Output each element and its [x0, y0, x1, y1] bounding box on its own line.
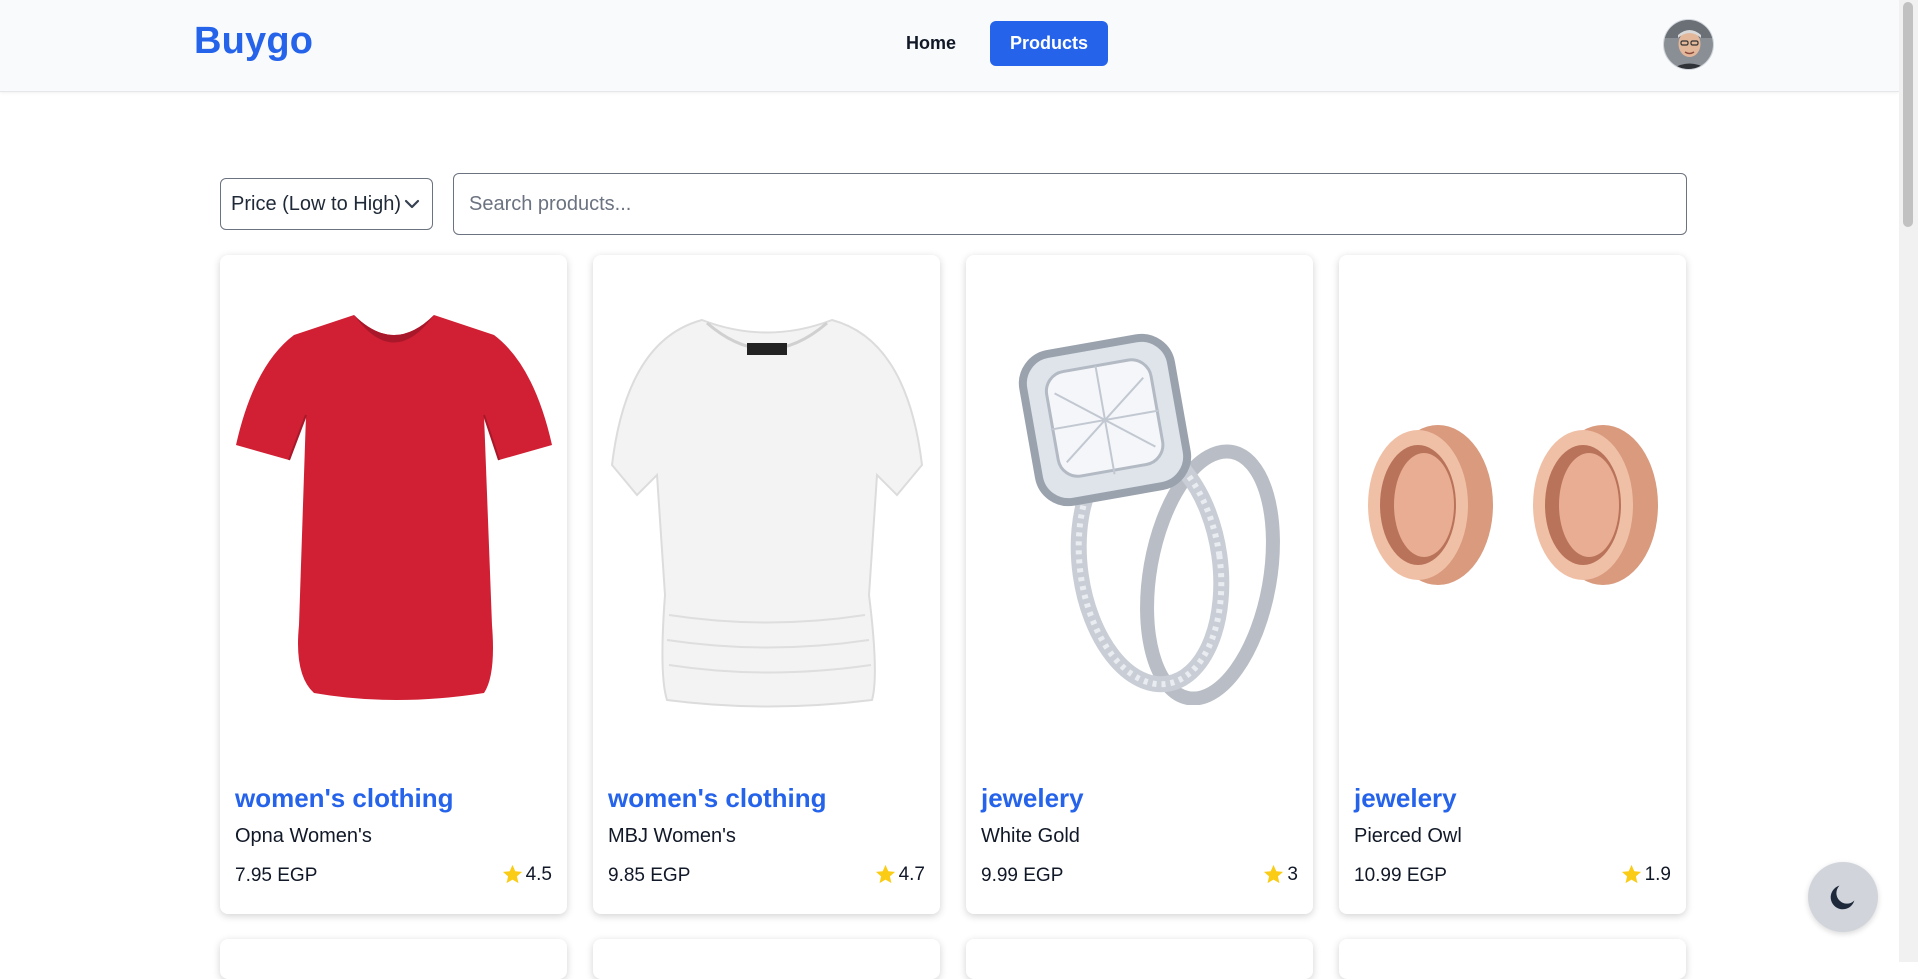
product-price: 9.85 EGP [608, 865, 691, 886]
star-icon [502, 864, 522, 884]
nav-products-link[interactable]: Products [990, 21, 1109, 66]
rating-value: 4.5 [525, 863, 552, 885]
product-card-partial[interactable] [593, 939, 940, 979]
product-price: 10.99 EGP [1354, 865, 1447, 886]
sort-select-value: Price (Low to High) [231, 192, 402, 215]
brand-logo[interactable]: Buygo [194, 20, 313, 63]
star-icon [875, 864, 895, 884]
user-avatar[interactable] [1663, 19, 1714, 70]
product-card[interactable]: women's clothing MBJ Women's 9.85 EGP 4.… [593, 255, 940, 914]
product-controls: Price (Low to High) [220, 173, 1687, 235]
product-card-partial[interactable] [220, 939, 567, 979]
product-price: 9.99 EGP [981, 865, 1064, 886]
rose-gold-tunnels-icon [1339, 255, 1686, 755]
rating-value: 3 [1287, 863, 1298, 885]
white-top-icon [593, 255, 940, 755]
sort-select[interactable]: Price (Low to High) [220, 178, 433, 230]
diamond-ring-icon [966, 255, 1313, 755]
product-card[interactable]: jewelery Pierced Owl 10.99 EGP 1.9 [1339, 255, 1686, 914]
star-icon [1264, 864, 1284, 884]
product-card[interactable]: women's clothing Opna Women's 7.95 EGP 4… [220, 255, 567, 914]
chevron-down-icon [404, 199, 420, 209]
search-input[interactable] [453, 173, 1687, 235]
product-card[interactable]: jewelery White Gold 9.99 EGP 3 [966, 255, 1313, 914]
product-category: women's clothing [235, 783, 454, 813]
product-category: jewelery [981, 783, 1084, 813]
product-card-partial[interactable] [966, 939, 1313, 979]
star-icon [1621, 864, 1641, 884]
nav-home-link[interactable]: Home [886, 21, 976, 66]
product-title: White Gold [981, 825, 1080, 847]
product-rating: 4.7 [874, 863, 925, 886]
nav-links: Home Products [886, 21, 1109, 66]
product-rating: 1.9 [1620, 863, 1671, 886]
product-title: Pierced Owl [1354, 825, 1462, 847]
rating-value: 4.7 [898, 863, 925, 885]
red-tshirt-icon [220, 255, 567, 755]
navbar: Buygo Home Products [0, 0, 1899, 92]
product-category: jewelery [1354, 783, 1457, 813]
moon-icon [1830, 885, 1855, 910]
product-price: 7.95 EGP [235, 865, 318, 886]
theme-toggle-button[interactable] [1808, 862, 1878, 932]
scrollbar-thumb[interactable] [1903, 2, 1913, 227]
product-card-partial[interactable] [1339, 939, 1686, 979]
product-rating: 3 [1262, 863, 1298, 886]
product-category: women's clothing [608, 783, 827, 813]
product-title: Opna Women's [235, 825, 372, 847]
product-title: MBJ Women's [608, 825, 736, 847]
product-rating: 4.5 [501, 863, 552, 886]
rating-value: 1.9 [1644, 863, 1671, 885]
page-scrollbar[interactable] [1899, 0, 1918, 962]
